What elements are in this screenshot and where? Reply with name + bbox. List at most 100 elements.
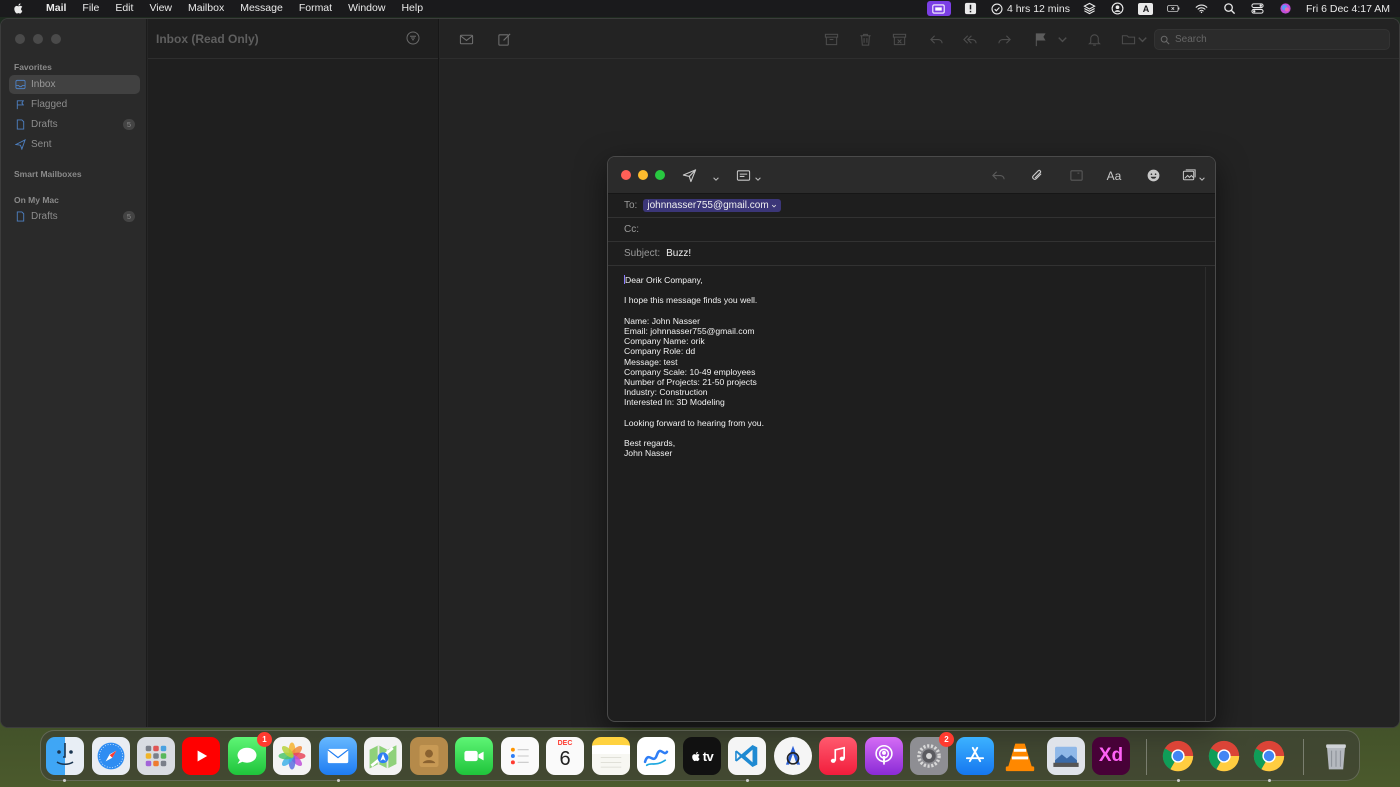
user-circle-icon[interactable] bbox=[1110, 2, 1126, 15]
bell-icon[interactable] bbox=[1086, 31, 1102, 47]
launchpad-icon[interactable] bbox=[137, 737, 175, 775]
chrome-icon[interactable] bbox=[1250, 737, 1288, 775]
finder-icon[interactable] bbox=[46, 737, 84, 775]
contacts-icon[interactable] bbox=[410, 737, 448, 775]
menu-mailbox[interactable]: Mailbox bbox=[180, 0, 232, 17]
close-button[interactable] bbox=[15, 34, 25, 44]
mailbox-title: Inbox (Read Only) bbox=[156, 32, 259, 46]
notice-icon[interactable] bbox=[963, 2, 979, 15]
chevron-down-icon[interactable] bbox=[1134, 31, 1150, 47]
menu-help[interactable]: Help bbox=[393, 0, 431, 17]
spotlight-search-icon[interactable] bbox=[1222, 2, 1238, 15]
sidebar-item-inbox[interactable]: Inbox bbox=[9, 75, 140, 94]
siri-icon[interactable] bbox=[1278, 2, 1294, 15]
sidebar-item-flagged[interactable]: Flagged bbox=[9, 95, 140, 114]
reply-icon[interactable] bbox=[989, 167, 1007, 184]
close-button[interactable] bbox=[621, 170, 631, 180]
chevron-down-icon[interactable] bbox=[712, 170, 720, 181]
sidebar-item-sent[interactable]: Sent bbox=[9, 135, 140, 154]
menu-message[interactable]: Message bbox=[232, 0, 291, 17]
junk-icon[interactable] bbox=[891, 31, 907, 47]
menu-format[interactable]: Format bbox=[291, 0, 340, 17]
adobe-xd-icon[interactable]: Xd bbox=[1092, 737, 1130, 775]
safari-icon[interactable] bbox=[92, 737, 130, 775]
search-field[interactable] bbox=[1154, 29, 1390, 50]
to-field[interactable]: To: johnnasser755@gmail.com bbox=[608, 194, 1215, 218]
search-input[interactable] bbox=[1175, 34, 1375, 45]
photo-browser-icon[interactable] bbox=[1180, 167, 1198, 184]
menu-file[interactable]: File bbox=[74, 0, 107, 17]
chevron-down-icon[interactable] bbox=[754, 170, 762, 181]
calendar-icon[interactable]: DEC 6 bbox=[546, 737, 584, 775]
messages-icon[interactable]: 1 bbox=[228, 732, 272, 775]
mail-icon[interactable] bbox=[319, 737, 357, 775]
drafts-count-badge: 5 bbox=[123, 211, 135, 222]
smart-mailboxes-heading[interactable]: Smart Mailboxes bbox=[14, 169, 82, 179]
send-icon[interactable] bbox=[680, 167, 698, 184]
message-body[interactable]: Dear Orik Company, I hope this message f… bbox=[624, 275, 1184, 459]
emoji-icon[interactable] bbox=[1144, 167, 1162, 184]
app-store-icon[interactable] bbox=[956, 737, 994, 775]
chrome-icon[interactable] bbox=[1159, 737, 1197, 775]
layers-icon[interactable] bbox=[1082, 2, 1098, 15]
menu-app-name[interactable]: Mail bbox=[38, 0, 74, 17]
photos-icon[interactable] bbox=[273, 737, 311, 775]
apple-menu-icon[interactable] bbox=[0, 2, 38, 15]
envelope-icon[interactable] bbox=[458, 31, 474, 47]
music-icon[interactable] bbox=[819, 737, 857, 775]
zoom-button[interactable] bbox=[51, 34, 61, 44]
header-fields-icon[interactable] bbox=[734, 167, 752, 184]
recipient-token[interactable]: johnnasser755@gmail.com bbox=[643, 199, 781, 212]
podcasts-icon[interactable] bbox=[865, 737, 903, 775]
preview-icon[interactable] bbox=[1047, 737, 1085, 775]
chrome-icon[interactable] bbox=[1205, 737, 1243, 775]
reminders-icon[interactable] bbox=[501, 737, 539, 775]
menubar-clock[interactable]: Fri 6 Dec 4:17 AM bbox=[1306, 3, 1390, 15]
cc-field[interactable]: Cc: bbox=[608, 218, 1215, 242]
vlc-icon[interactable] bbox=[1001, 737, 1039, 775]
format-button[interactable]: Aa bbox=[1105, 167, 1123, 184]
timer-status[interactable]: 4 hrs 12 mins bbox=[991, 3, 1070, 15]
wifi-icon[interactable] bbox=[1194, 2, 1210, 15]
chevron-down-icon[interactable] bbox=[1054, 31, 1070, 47]
reply-all-icon[interactable] bbox=[962, 31, 978, 47]
compose-icon[interactable] bbox=[496, 31, 512, 47]
freeform-icon[interactable] bbox=[637, 737, 675, 775]
menu-view[interactable]: View bbox=[141, 0, 180, 17]
viewer-toolbar bbox=[440, 19, 1399, 59]
subject-input[interactable]: Buzz! bbox=[666, 248, 691, 259]
minimize-button[interactable] bbox=[638, 170, 648, 180]
minimize-button[interactable] bbox=[33, 34, 43, 44]
menu-window[interactable]: Window bbox=[340, 0, 393, 17]
subject-field[interactable]: Subject: Buzz! bbox=[608, 242, 1215, 266]
on-my-mac-heading[interactable]: On My Mac bbox=[14, 195, 59, 205]
sidebar-item-mac-drafts[interactable]: Drafts 5 bbox=[9, 207, 140, 226]
markup-icon[interactable] bbox=[1067, 167, 1085, 184]
filter-icon[interactable] bbox=[406, 31, 420, 45]
screen-record-icon[interactable] bbox=[926, 1, 951, 16]
apple-tv-icon[interactable]: tv bbox=[683, 737, 721, 775]
scrollbar[interactable] bbox=[1205, 267, 1215, 721]
control-center-icon[interactable] bbox=[1250, 2, 1266, 15]
apple-logo-icon bbox=[691, 751, 700, 761]
archive-icon[interactable] bbox=[823, 31, 839, 47]
attachment-icon[interactable] bbox=[1028, 167, 1046, 184]
facetime-icon[interactable] bbox=[455, 737, 493, 775]
trash-icon[interactable] bbox=[1317, 737, 1355, 775]
flag-icon[interactable] bbox=[1032, 31, 1048, 47]
forward-icon[interactable] bbox=[996, 31, 1012, 47]
instruments-icon[interactable] bbox=[774, 737, 812, 775]
keyboard-input-icon[interactable]: A bbox=[1138, 2, 1154, 15]
chevron-down-icon[interactable] bbox=[1198, 170, 1206, 181]
maps-icon[interactable] bbox=[364, 737, 402, 775]
zoom-button[interactable] bbox=[655, 170, 665, 180]
sidebar-item-drafts[interactable]: Drafts 5 bbox=[9, 115, 140, 134]
vscode-icon[interactable] bbox=[728, 737, 766, 775]
notes-icon[interactable] bbox=[592, 737, 630, 775]
menu-edit[interactable]: Edit bbox=[107, 0, 141, 17]
youtube-icon[interactable] bbox=[182, 737, 220, 775]
battery-icon[interactable] bbox=[1166, 2, 1182, 15]
reply-icon[interactable] bbox=[928, 31, 944, 47]
trash-icon[interactable] bbox=[857, 31, 873, 47]
system-settings-icon[interactable]: 2 bbox=[910, 732, 954, 775]
